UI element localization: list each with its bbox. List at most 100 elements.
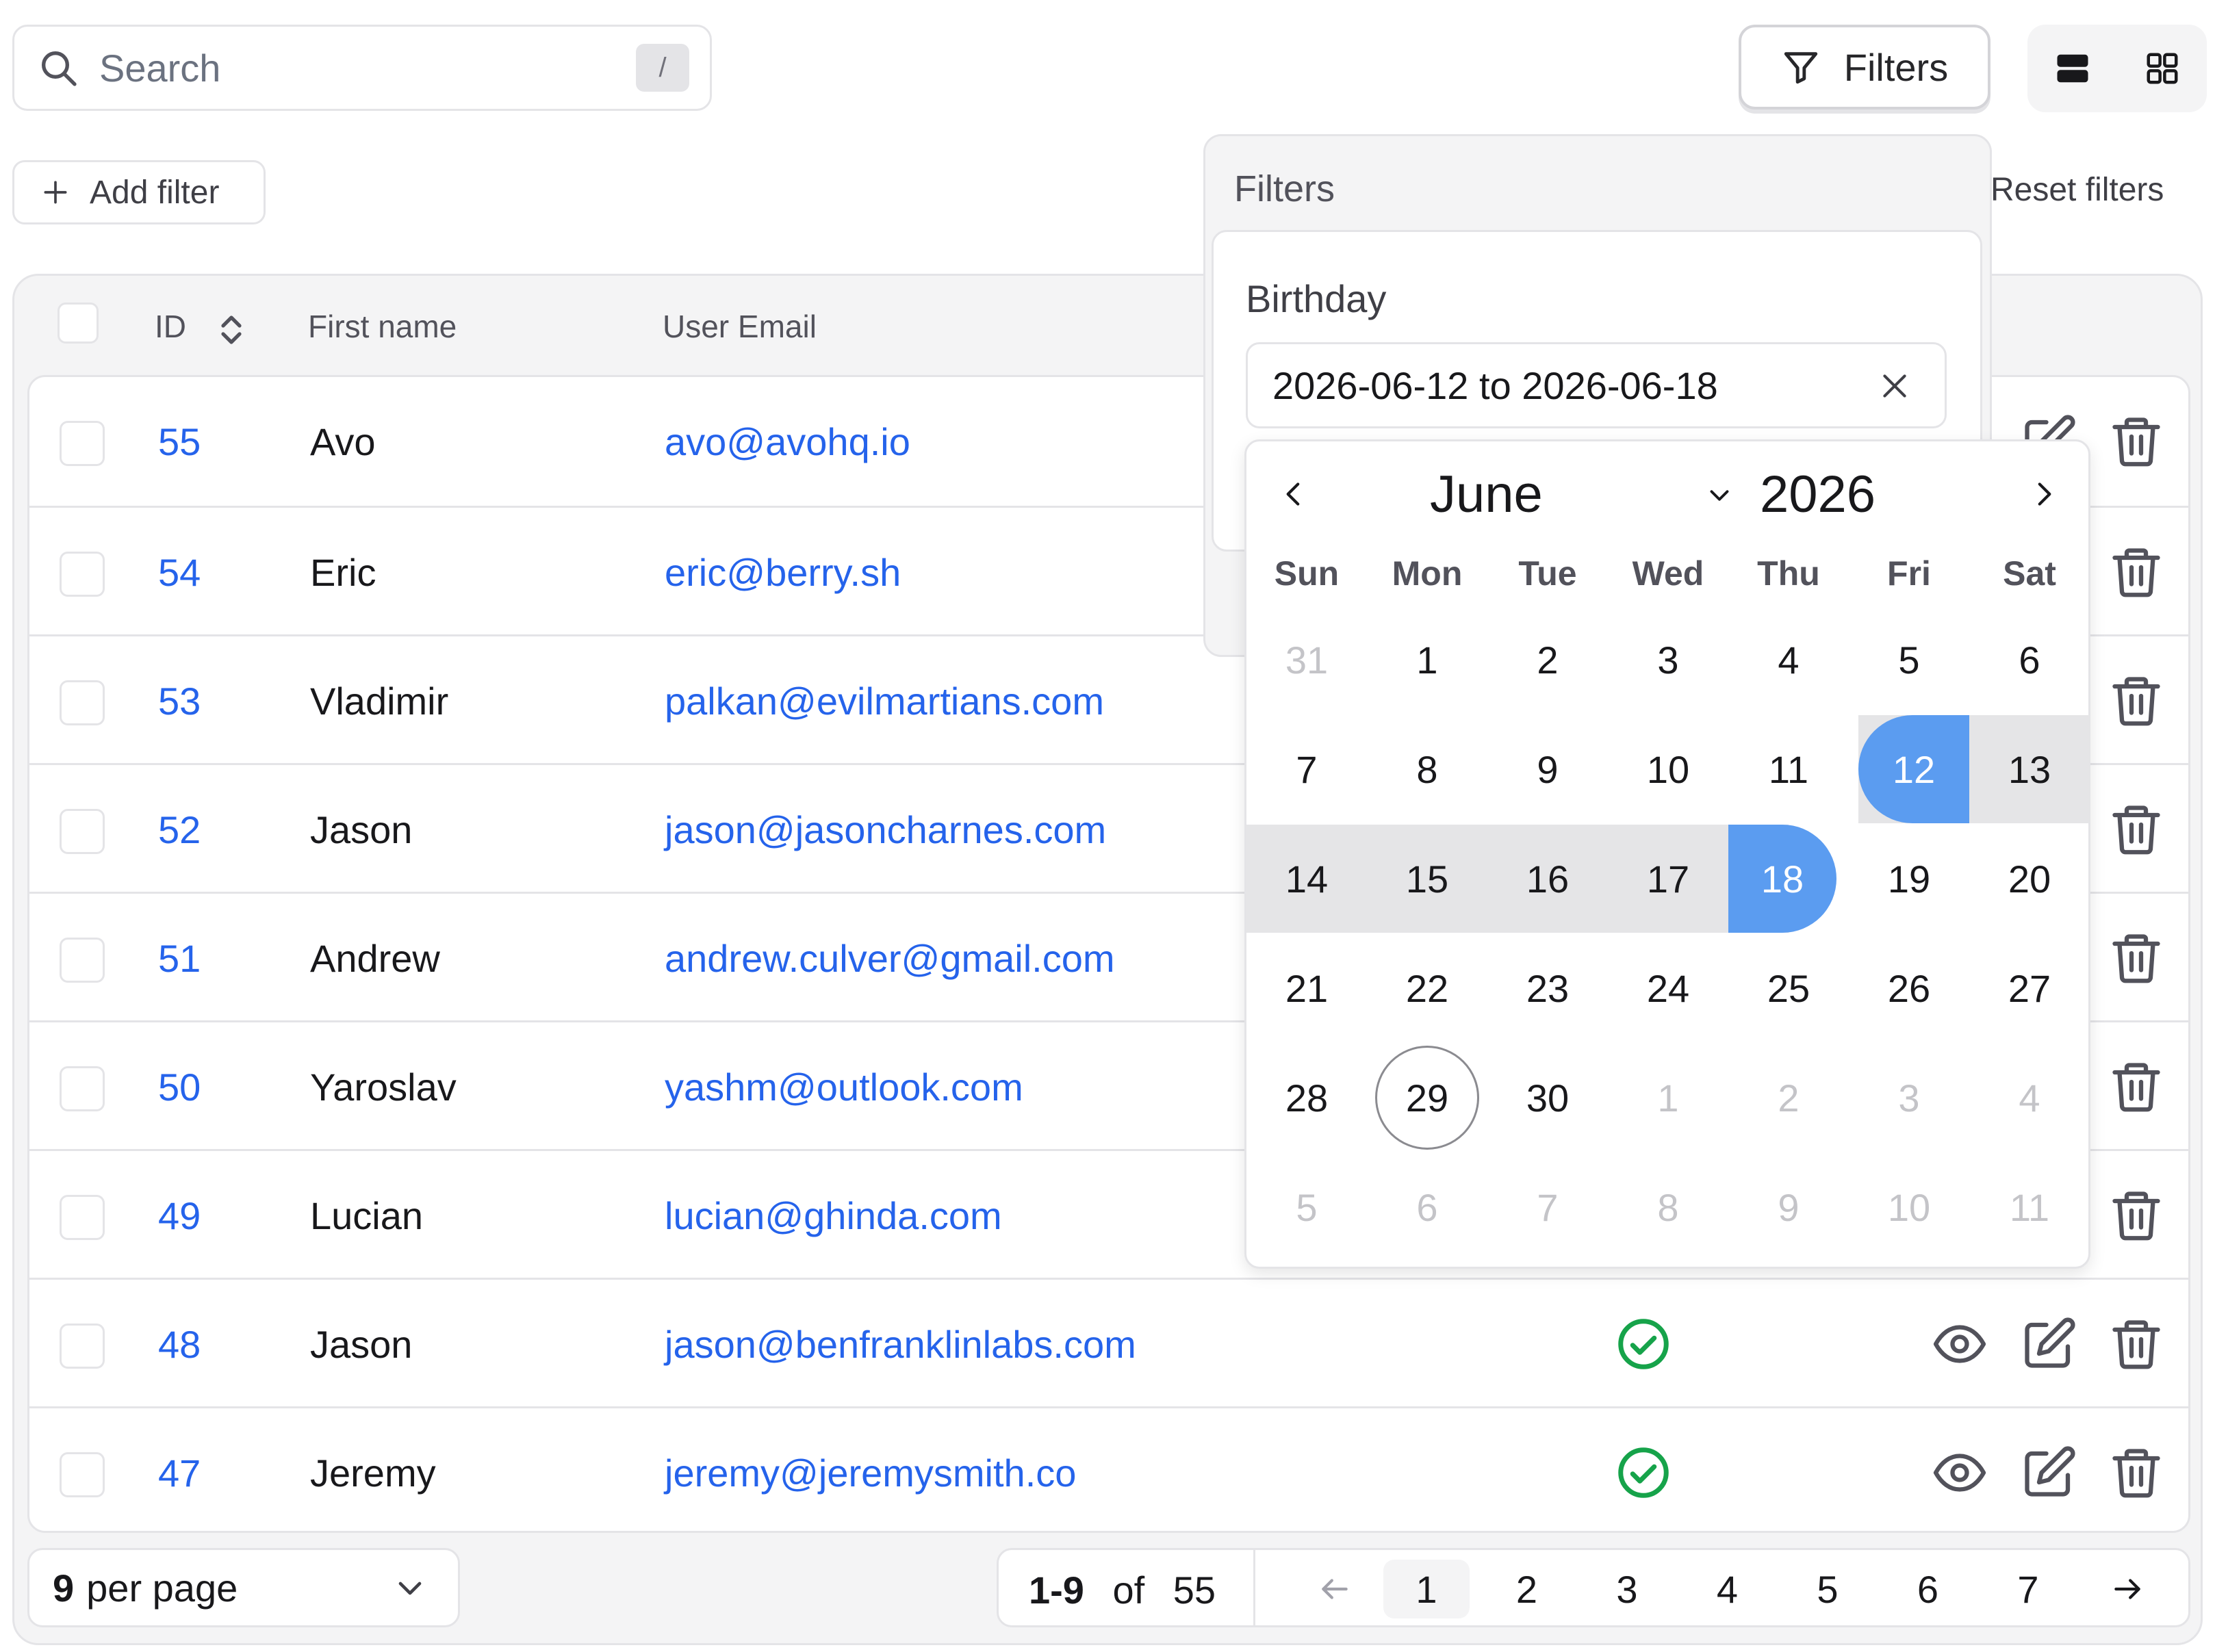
reset-filters-link[interactable]: Reset filters — [1990, 171, 2164, 209]
calendar-day[interactable]: 24 — [1608, 934, 1728, 1042]
edit-icon[interactable] — [2020, 1315, 2077, 1373]
trash-icon[interactable] — [2108, 1058, 2165, 1115]
row-id-link[interactable]: 55 — [158, 420, 201, 464]
table-view-button[interactable] — [2035, 31, 2110, 106]
page-6-button[interactable]: 6 — [1885, 1560, 1971, 1618]
page-5-button[interactable]: 5 — [1784, 1560, 1871, 1618]
calendar-day[interactable]: 11 — [1728, 715, 1849, 823]
row-checkbox[interactable] — [60, 938, 105, 983]
calendar-day[interactable]: 16 — [1487, 825, 1608, 933]
row-email-link[interactable]: palkan@evilmartians.com — [665, 679, 1104, 723]
row-email-link[interactable]: eric@berry.sh — [665, 550, 901, 595]
calendar-day[interactable]: 23 — [1487, 934, 1608, 1042]
calendar-day[interactable]: 7 — [1487, 1153, 1608, 1261]
eye-icon[interactable] — [1931, 1444, 1988, 1501]
row-checkbox[interactable] — [60, 1066, 105, 1111]
next-page-button[interactable] — [2084, 1560, 2171, 1618]
grid-view-button[interactable] — [2125, 31, 2200, 106]
prev-month-button[interactable] — [1270, 470, 1318, 518]
trash-icon[interactable] — [2108, 929, 2165, 987]
calendar-day[interactable]: 3 — [1849, 1044, 1969, 1152]
close-icon[interactable] — [1878, 369, 1912, 403]
calendar-day[interactable]: 27 — [1969, 934, 2090, 1042]
row-checkbox[interactable] — [60, 1452, 105, 1497]
column-header-email[interactable]: User Email — [663, 308, 817, 345]
per-page-select[interactable]: 9 per page — [27, 1548, 460, 1627]
next-month-button[interactable] — [2020, 470, 2068, 518]
add-filter-button[interactable]: Add filter — [12, 160, 266, 224]
calendar-day[interactable]: 10 — [1849, 1153, 1969, 1261]
calendar-day[interactable]: 7 — [1246, 715, 1367, 823]
calendar-day[interactable]: 20 — [1969, 825, 2090, 933]
year-input[interactable]: 2026 — [1760, 465, 1875, 524]
row-email-link[interactable]: andrew.culver@gmail.com — [665, 936, 1115, 981]
calendar-day[interactable]: 30 — [1487, 1044, 1608, 1152]
row-id-link[interactable]: 53 — [158, 679, 201, 723]
sort-icon[interactable] — [218, 312, 245, 348]
row-id-link[interactable]: 50 — [158, 1065, 201, 1109]
column-header-first-name[interactable]: First name — [308, 308, 457, 345]
calendar-day[interactable]: 26 — [1849, 934, 1969, 1042]
row-email-link[interactable]: yashm@outlook.com — [665, 1065, 1023, 1109]
trash-icon[interactable] — [2108, 1187, 2165, 1244]
filters-button[interactable]: Filters — [1739, 25, 1990, 109]
calendar-day[interactable]: 15 — [1367, 825, 1487, 933]
row-email-link[interactable]: jason@jasoncharnes.com — [665, 808, 1106, 852]
calendar-day[interactable]: 10 — [1608, 715, 1728, 823]
calendar-day[interactable]: 19 — [1849, 825, 1969, 933]
trash-icon[interactable] — [2108, 1444, 2165, 1501]
calendar-day[interactable]: 21 — [1246, 934, 1367, 1042]
month-select[interactable]: June — [1430, 465, 1543, 524]
page-7-button[interactable]: 7 — [1985, 1560, 2071, 1618]
calendar-day[interactable]: 29 — [1367, 1044, 1487, 1152]
chevron-down-icon[interactable] — [1704, 480, 1735, 511]
prev-page-button[interactable] — [1292, 1560, 1378, 1618]
calendar-day[interactable]: 12 — [1849, 715, 1969, 823]
calendar-day[interactable]: 4 — [1969, 1044, 2090, 1152]
calendar-day[interactable]: 17 — [1608, 825, 1728, 933]
calendar-day[interactable]: 5 — [1849, 606, 1969, 714]
calendar-day[interactable]: 2 — [1728, 1044, 1849, 1152]
calendar-day[interactable]: 11 — [1969, 1153, 2090, 1261]
calendar-day[interactable]: 25 — [1728, 934, 1849, 1042]
row-checkbox[interactable] — [60, 680, 105, 725]
calendar-day[interactable]: 28 — [1246, 1044, 1367, 1152]
row-id-link[interactable]: 54 — [158, 550, 201, 595]
row-id-link[interactable]: 48 — [158, 1322, 201, 1367]
row-email-link[interactable]: avo@avohq.io — [665, 420, 910, 464]
calendar-day[interactable]: 5 — [1246, 1153, 1367, 1261]
calendar-day[interactable]: 13 — [1969, 715, 2090, 823]
page-3-button[interactable]: 3 — [1584, 1560, 1670, 1618]
row-checkbox[interactable] — [60, 1324, 105, 1369]
calendar-day[interactable]: 18 — [1728, 825, 1849, 933]
row-email-link[interactable]: jeremy@jeremysmith.co — [665, 1451, 1076, 1495]
calendar-day[interactable]: 6 — [1969, 606, 2090, 714]
calendar-day[interactable]: 8 — [1367, 715, 1487, 823]
calendar-day[interactable]: 1 — [1367, 606, 1487, 714]
calendar-day[interactable]: 4 — [1728, 606, 1849, 714]
trash-icon[interactable] — [2108, 801, 2165, 858]
calendar-day[interactable]: 6 — [1367, 1153, 1487, 1261]
trash-icon[interactable] — [2108, 543, 2165, 601]
row-id-link[interactable]: 47 — [158, 1451, 201, 1495]
edit-icon[interactable] — [2020, 1444, 2077, 1501]
calendar-day[interactable]: 31 — [1246, 606, 1367, 714]
trash-icon[interactable] — [2108, 413, 2165, 470]
search-input[interactable] — [98, 40, 636, 96]
row-email-link[interactable]: jason@benfranklinlabs.com — [665, 1322, 1136, 1367]
date-range-input[interactable]: 2026-06-12 to 2026-06-18 — [1246, 342, 1947, 428]
calendar-day[interactable]: 22 — [1367, 934, 1487, 1042]
calendar-day[interactable]: 8 — [1608, 1153, 1728, 1261]
calendar-day[interactable]: 2 — [1487, 606, 1608, 714]
row-checkbox[interactable] — [60, 552, 105, 597]
row-id-link[interactable]: 52 — [158, 808, 201, 852]
page-4-button[interactable]: 4 — [1685, 1560, 1771, 1618]
calendar-day[interactable]: 3 — [1608, 606, 1728, 714]
page-2-button[interactable]: 2 — [1484, 1560, 1570, 1618]
row-id-link[interactable]: 51 — [158, 936, 201, 981]
calendar-day[interactable]: 9 — [1487, 715, 1608, 823]
select-all-checkbox[interactable] — [57, 302, 99, 344]
trash-icon[interactable] — [2108, 672, 2165, 730]
calendar-day[interactable]: 9 — [1728, 1153, 1849, 1261]
trash-icon[interactable] — [2108, 1315, 2165, 1373]
